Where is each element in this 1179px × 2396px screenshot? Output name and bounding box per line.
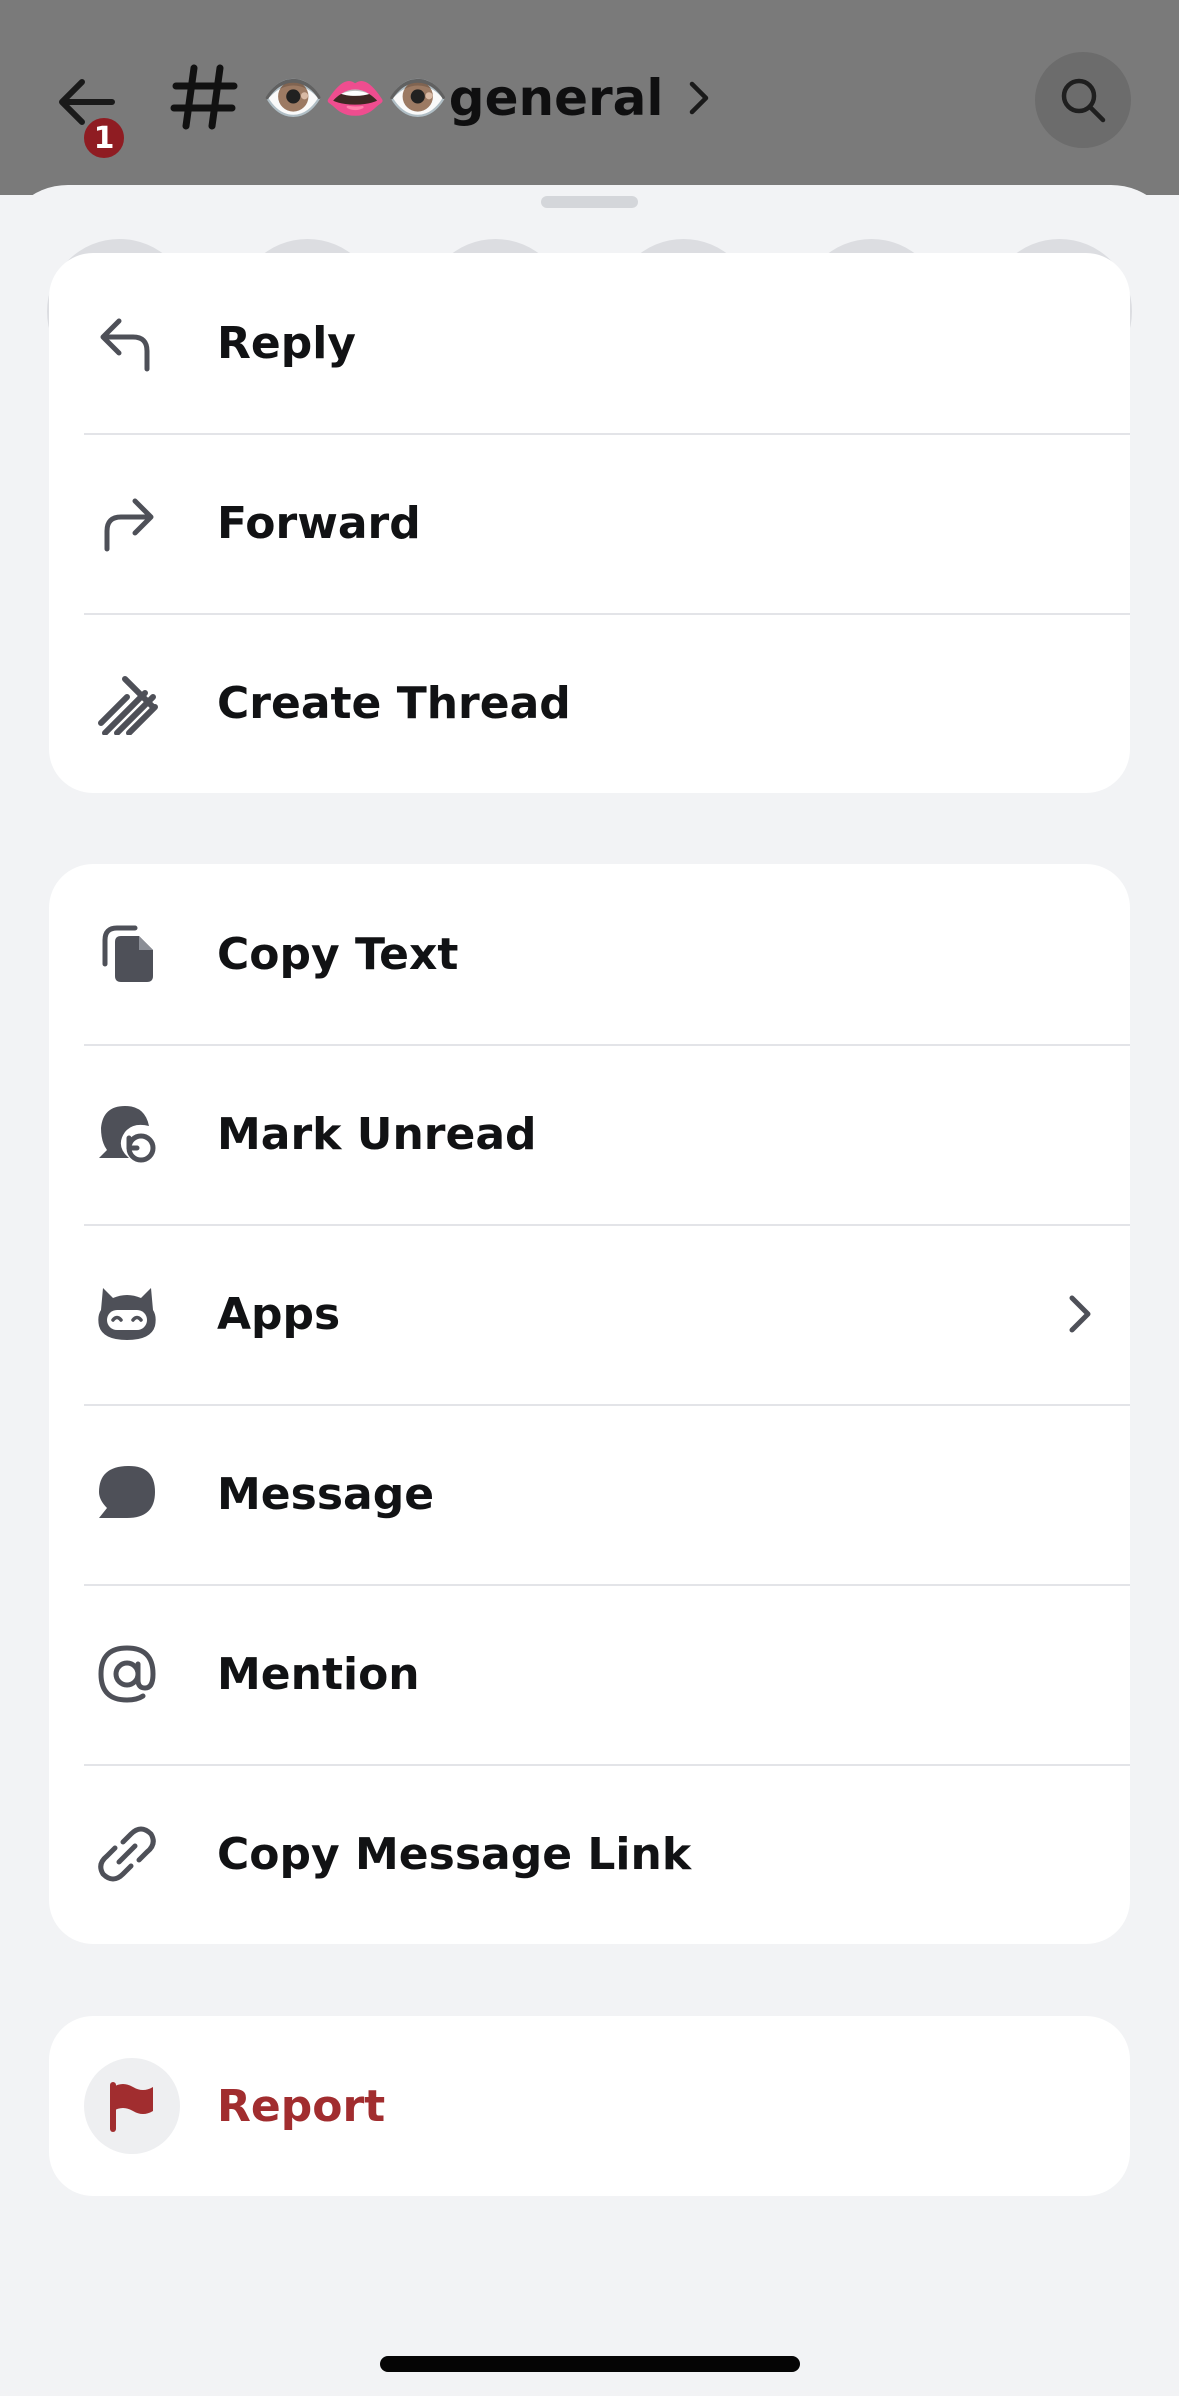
search-icon (1061, 78, 1106, 123)
mention-button[interactable]: Mention (49, 1584, 1130, 1764)
flag-icon (110, 2082, 153, 2132)
create-thread-label: Create Thread (217, 677, 571, 729)
copy-text-button[interactable]: Copy Text (49, 864, 1130, 1044)
search-button[interactable] (1035, 52, 1131, 148)
reply-icon (95, 311, 159, 375)
channel-name: general (448, 69, 664, 127)
message-icon (95, 1462, 159, 1526)
channel-header: 1 👁️👄👁️ general (0, 0, 1179, 195)
mark-unread-label: Mark Unread (217, 1108, 537, 1160)
chevron-right-icon (1064, 1292, 1096, 1336)
message-button[interactable]: Message (49, 1404, 1130, 1584)
channel-emoji: 👁️👄👁️ (262, 68, 449, 127)
mention-label: Mention (217, 1648, 420, 1700)
copy-text-label: Copy Text (217, 928, 459, 980)
primary-actions-group: Reply Forward Create Thread (49, 253, 1130, 793)
report-icon-container (84, 2058, 180, 2154)
channel-title[interactable]: 👁️👄👁️ general (262, 58, 712, 138)
home-indicator (380, 2356, 800, 2372)
mark-unread-icon (95, 1102, 159, 1166)
chevron-right-icon (689, 81, 708, 115)
forward-icon (95, 491, 159, 555)
apps-label: Apps (217, 1288, 341, 1340)
link-icon (95, 1822, 159, 1886)
copy-message-link-label: Copy Message Link (217, 1828, 692, 1880)
hash-icon (170, 64, 238, 130)
mark-unread-button[interactable]: Mark Unread (49, 1044, 1130, 1224)
sheet-grabber[interactable] (541, 196, 638, 208)
forward-label: Forward (217, 497, 421, 549)
thread-icon (95, 671, 159, 736)
message-label: Message (217, 1468, 435, 1520)
danger-actions-group: Report (49, 2016, 1130, 2196)
reply-button[interactable]: Reply (49, 253, 1130, 433)
copy-icon (95, 922, 159, 986)
report-label: Report (217, 2080, 386, 2132)
apps-icon (95, 1282, 159, 1346)
apps-button[interactable]: Apps (49, 1224, 1130, 1404)
forward-button[interactable]: Forward (49, 433, 1130, 613)
report-button[interactable]: Report (49, 2016, 1130, 2196)
copy-message-link-button[interactable]: Copy Message Link (49, 1764, 1130, 1944)
create-thread-button[interactable]: Create Thread (49, 613, 1130, 793)
unread-badge: 1 (80, 114, 128, 162)
mention-icon (95, 1642, 159, 1706)
reply-label: Reply (217, 317, 356, 369)
secondary-actions-group: Copy Text Mark Unread Apps Message Menti… (49, 864, 1130, 1944)
